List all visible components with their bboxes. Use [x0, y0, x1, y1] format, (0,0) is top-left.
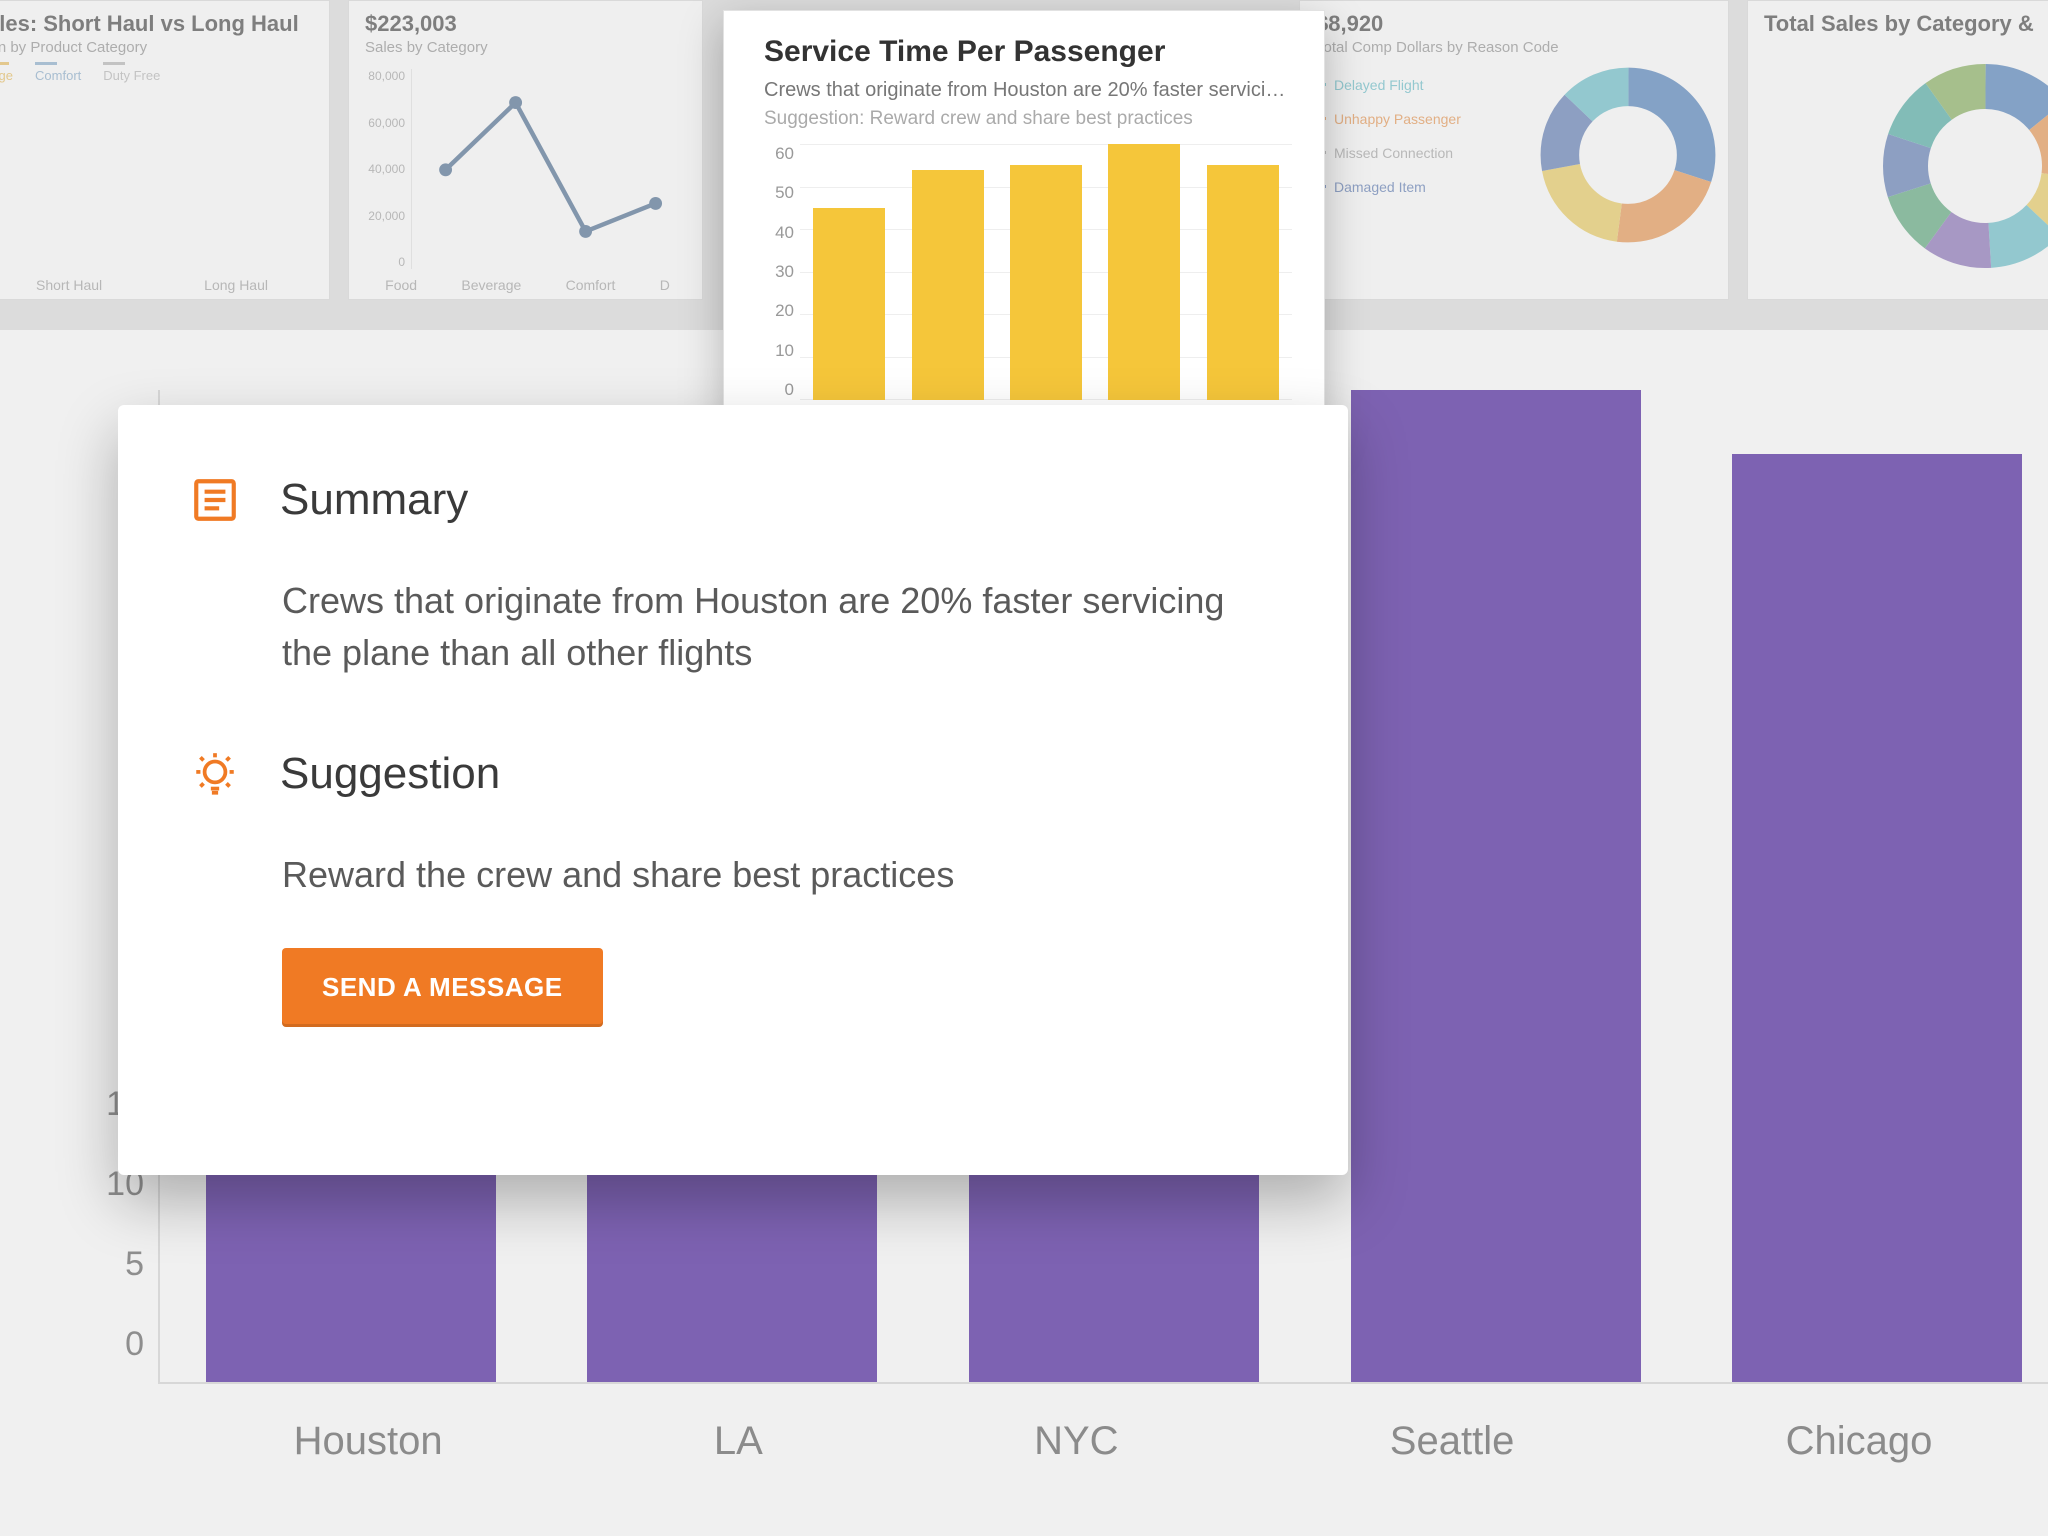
thumb-popout-service-time[interactable]: Service Time Per Passenger Crews that or… [723, 10, 1325, 435]
thumb-subtitle: Total Comp Dollars by Reason Code [1316, 39, 1712, 56]
suggestion-heading: Suggestion [280, 749, 500, 799]
donut-chart-icon [1538, 65, 1718, 245]
thumb-short-long-haul[interactable]: ales: Short Haul vs Long Haul wn by Prod… [0, 0, 330, 300]
thumb-title: ales: Short Haul vs Long Haul [0, 11, 313, 37]
main-bar[interactable] [1351, 390, 1641, 1382]
popout-bar [813, 208, 885, 400]
popout-title: Service Time Per Passenger [764, 35, 1292, 69]
lightbulb-icon [190, 749, 240, 799]
main-x-label: Seattle [1390, 1419, 1515, 1464]
thumb-sales-category[interactable]: $223,003 Sales by Category 80,000 60,000… [348, 0, 703, 300]
thumb-total-sales-category[interactable]: Total Sales by Category & [1747, 0, 2048, 300]
popout-bar [1010, 165, 1082, 400]
popout-suggestion: Suggestion: Reward crew and share best p… [764, 108, 1292, 130]
popout-bar [912, 170, 984, 400]
thumb-title: $223,003 [365, 11, 686, 37]
popout-bar [1108, 144, 1180, 400]
popout-chart: 6050 4030 2010 0 HoustonLANYCSeattleChic… [764, 144, 1292, 424]
popout-bar [1207, 165, 1279, 400]
thumb-title: $8,920 [1316, 11, 1712, 37]
summary-heading: Summary [280, 475, 468, 525]
thumb-title: Total Sales by Category & [1764, 11, 2034, 37]
donut-legend: Delayed Flight Unhappy Passenger Missed … [1310, 65, 1534, 289]
summary-text: Crews that originate from Houston are 20… [282, 575, 1276, 679]
popout-desc: Crews that originate from Houston are 20… [764, 79, 1292, 102]
thumb-subtitle: Sales by Category [365, 39, 686, 56]
main-x-label: NYC [1034, 1419, 1118, 1464]
summary-icon [190, 475, 240, 525]
thumb-subtitle: wn by Product Category [0, 39, 313, 56]
main-x-label: LA [714, 1419, 763, 1464]
summary-card: Summary Crews that originate from Housto… [118, 405, 1348, 1175]
main-x-label: Houston [294, 1419, 443, 1464]
main-x-labels: Houston LA NYC Seattle Chicago [158, 1419, 2048, 1464]
main-x-label: Chicago [1786, 1419, 1933, 1464]
thumb-comp-dollars[interactable]: $8,920 Total Comp Dollars by Reason Code… [1299, 0, 1729, 300]
suggestion-text: Reward the crew and share best practices [282, 849, 1276, 901]
main-bar[interactable] [1732, 454, 2022, 1382]
donut-chart-icon [1880, 61, 2048, 271]
send-message-button[interactable]: SEND A MESSAGE [282, 948, 603, 1027]
